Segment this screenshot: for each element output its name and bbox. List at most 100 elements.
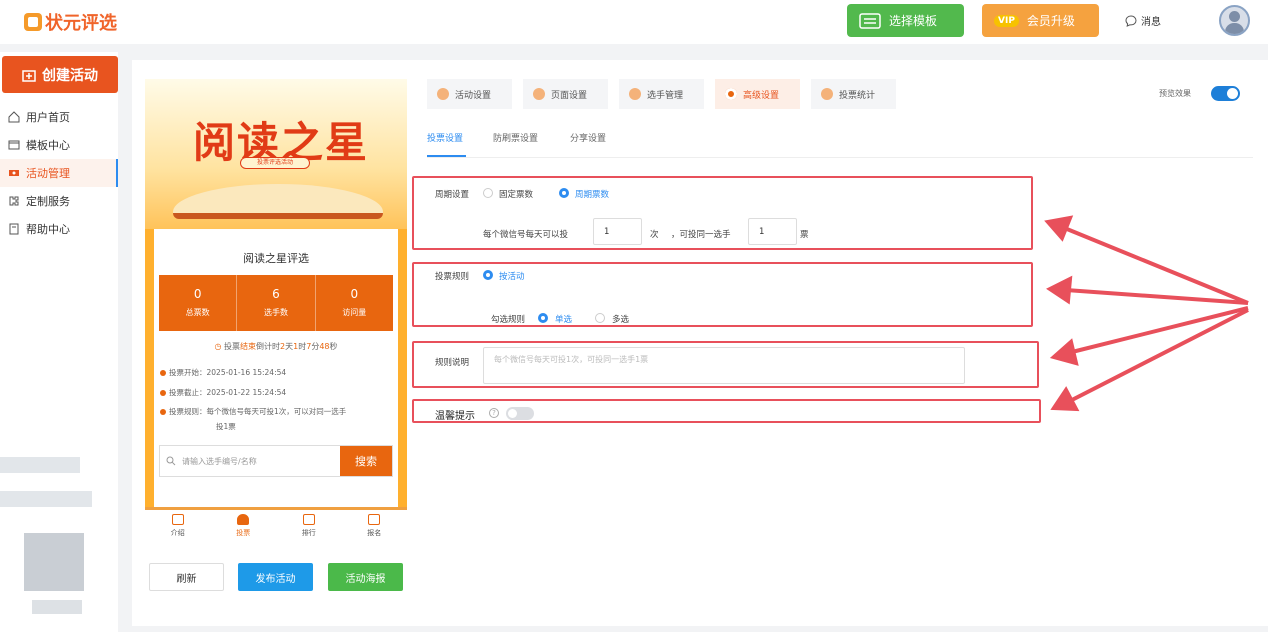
banner: 阅读之星 投票评选活动 [145, 79, 407, 229]
radio-fixed-label: 固定票数 [499, 190, 534, 200]
person-icon [237, 514, 250, 525]
same-candidate-unit: 票 [800, 230, 809, 240]
tab-page-settings[interactable]: 页面设置 [523, 79, 608, 109]
radio-single[interactable] [538, 313, 548, 323]
home-icon [8, 111, 20, 123]
per-day-unit: 次 [650, 230, 659, 240]
annotation-arrows [1044, 215, 1249, 412]
tab-candidate-management[interactable]: 选手管理 [619, 79, 704, 109]
create-activity-label: 创建活动 [42, 67, 98, 84]
ranking-icon [302, 514, 315, 525]
tab-ranking[interactable]: 排行 [276, 510, 342, 542]
phone-tab-bar: 介绍 投票 排行 报名 [145, 507, 407, 542]
radio-cycle[interactable] [559, 188, 569, 198]
logo-text: 状元评选 [45, 13, 117, 34]
messages-link[interactable]: 消息 [1125, 13, 1161, 28]
sidebar-item-label: 用户首页 [26, 111, 70, 124]
stats-icon [821, 88, 833, 100]
sidebar-item-help[interactable]: 帮助中心 [0, 215, 118, 243]
subtab-anti-fraud[interactable]: 防刷票设置 [493, 131, 538, 144]
radio-by-activity-label: 按活动 [499, 272, 525, 282]
candidate-search: 请输入选手编号/名称 搜索 [159, 445, 393, 477]
intro-icon [171, 514, 184, 525]
per-day-input[interactable]: 1 [593, 218, 642, 245]
same-candidate-label: ，可投同一选手 [671, 230, 731, 240]
sidebar-item-label: 定制服务 [26, 195, 70, 208]
sidebar-item-label: 模板中心 [26, 139, 70, 152]
subtab-divider [427, 157, 1253, 158]
radio-multi[interactable] [595, 313, 605, 323]
logo[interactable]: 状元评选 [24, 9, 117, 35]
top-bar: 状元评选 选择模板 VIP 会员升级 消息 [0, 0, 1268, 44]
puzzle-icon [9, 196, 19, 206]
rule-description-textarea[interactable]: 每个微信号每天可投1次，可投同一选手1票 [483, 347, 965, 384]
subtab-share[interactable]: 分享设置 [570, 131, 606, 144]
book-icon [9, 223, 19, 235]
blurred-region [0, 491, 92, 507]
stats-bar: 0 总票数 6 选手数 0 访问量 [159, 275, 393, 331]
template-icon [8, 140, 20, 150]
page-icon [533, 88, 545, 100]
tab-activity-settings[interactable]: 活动设置 [427, 79, 512, 109]
tip-label: 温馨提示 [435, 411, 475, 422]
vote-rule: 投票规则：每个微信号每天可投1次，可以对同一选手 [160, 404, 346, 419]
activity-card: 阅读之星评选 0 总票数 6 选手数 0 访问量 ◷ 投票结束倒计时2天1时7分48秒… [154, 229, 398, 509]
tab-vote-statistics[interactable]: 投票统计 [811, 79, 896, 109]
avatar[interactable] [1219, 5, 1250, 36]
settings-icon [437, 88, 449, 100]
sidebar-item-custom[interactable]: 定制服务 [0, 187, 118, 215]
desc-label: 规则说明 [435, 358, 470, 368]
sidebar-item-home[interactable]: 用户首页 [0, 103, 118, 131]
banner-tag: 投票评选活动 [240, 157, 310, 169]
preview-toggle[interactable] [1211, 86, 1240, 101]
sidebar-item-label: 活动管理 [26, 167, 70, 180]
search-input[interactable]: 请输入选手编号/名称 [160, 446, 340, 476]
blurred-region [32, 600, 82, 614]
sidebar-item-templates[interactable]: 模板中心 [0, 131, 118, 159]
plus-box-icon [22, 69, 36, 82]
select-template-button[interactable]: 选择模板 [847, 4, 964, 37]
tab-signup[interactable]: 报名 [342, 510, 408, 542]
cycle-label: 周期设置 [435, 190, 470, 200]
template-icon [859, 12, 881, 29]
rule-label: 投票规则 [435, 272, 470, 282]
select-template-label: 选择模板 [889, 14, 938, 28]
vote-start-time: 投票开始：2025-01-16 15:24:54 [160, 365, 286, 380]
poster-button[interactable]: 活动海报 [328, 563, 403, 591]
per-day-label: 每个微信号每天可以投 [483, 230, 569, 240]
blurred-region [0, 457, 80, 473]
stat-candidates: 6 选手数 [237, 275, 316, 331]
clock-icon: ◷ [214, 342, 222, 351]
refresh-button[interactable]: 刷新 [149, 563, 224, 591]
open-book-illustration [173, 184, 383, 219]
tab-intro[interactable]: 介绍 [145, 510, 211, 542]
tab-vote[interactable]: 投票 [211, 510, 277, 542]
preview-label: 预览效果 [1159, 89, 1191, 98]
tip-toggle[interactable] [506, 407, 534, 420]
radio-cycle-label: 周期票数 [575, 190, 610, 200]
signup-icon [368, 514, 381, 525]
sidebar-item-label: 帮助中心 [26, 223, 70, 236]
sidebar-item-activities[interactable]: 活动管理 [0, 159, 118, 187]
help-icon[interactable]: ? [489, 408, 499, 418]
same-candidate-input[interactable]: 1 [748, 218, 797, 245]
subtab-vote-settings[interactable]: 投票设置 [427, 131, 463, 144]
radio-fixed[interactable] [483, 188, 493, 198]
users-icon [629, 88, 641, 100]
search-button[interactable]: 搜索 [340, 446, 392, 476]
advanced-icon [725, 88, 737, 100]
radio-multi-label: 多选 [612, 315, 630, 325]
phone-preview: 阅读之星 投票评选活动 阅读之星评选 0 总票数 6 选手数 0 访问量 ◷ 投票结束… [145, 79, 407, 509]
radio-by-activity[interactable] [483, 270, 493, 280]
countdown: ◷ 投票结束倒计时2天1时7分48秒 [214, 342, 338, 351]
vip-upgrade-label: 会员升级 [1026, 14, 1075, 28]
vote-end-time: 投票截止：2025-01-22 15:24:54 [160, 385, 286, 400]
radio-single-label: 单选 [555, 315, 573, 325]
publish-button[interactable]: 发布活动 [238, 563, 313, 591]
messages-label: 消息 [1141, 17, 1161, 28]
create-activity-button[interactable]: 创建活动 [2, 56, 118, 93]
chat-icon [1125, 14, 1137, 27]
blurred-qr-code [24, 533, 84, 591]
vip-upgrade-button[interactable]: VIP 会员升级 [982, 4, 1099, 37]
tab-advanced-settings[interactable]: 高级设置 [715, 79, 800, 109]
